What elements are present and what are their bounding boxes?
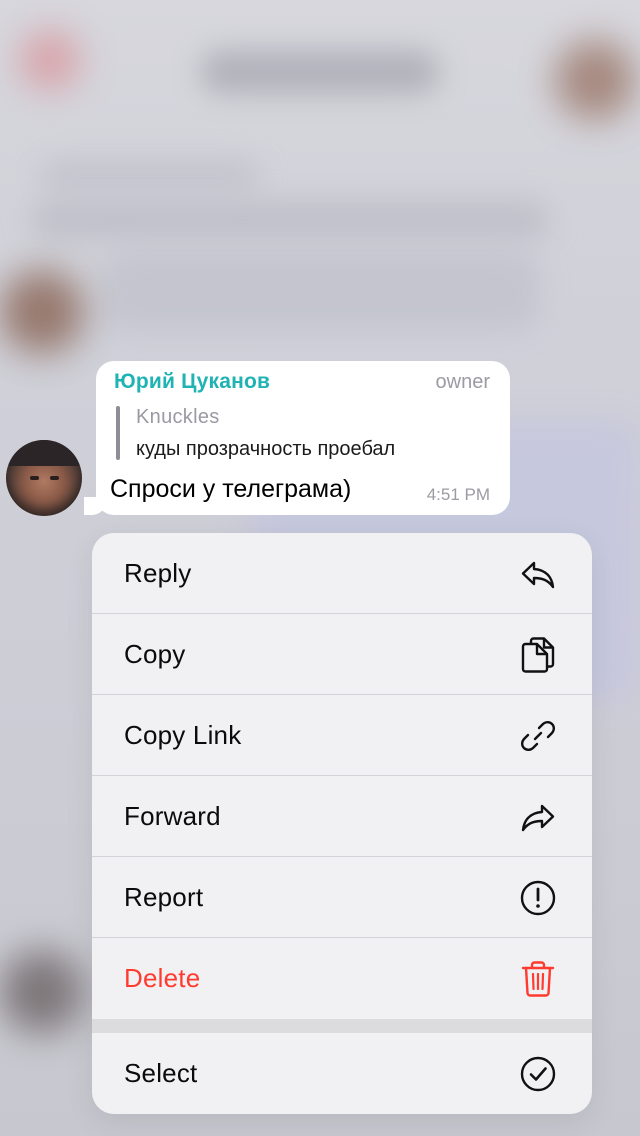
sender-avatar[interactable] xyxy=(6,440,82,516)
message-context-menu: Reply Copy Copy Link Forward Report Dele… xyxy=(92,533,592,1114)
message-text: Спроси у телеграма) xyxy=(110,475,352,503)
menu-item-label: Report xyxy=(124,882,204,912)
blurred-line xyxy=(40,160,260,190)
reply-quote-bar xyxy=(116,406,120,460)
blurred-line xyxy=(30,200,550,240)
message-bubble[interactable]: Юрий Цуканов owner Knuckles куды прозрач… xyxy=(96,361,510,515)
menu-item-report[interactable]: Report xyxy=(92,857,592,938)
blurred-avatar xyxy=(0,270,84,354)
blurred-bubble xyxy=(100,250,540,330)
blurred-back-icon xyxy=(20,30,80,90)
reply-author[interactable]: Knuckles xyxy=(136,406,220,429)
menu-item-forward[interactable]: Forward xyxy=(92,776,592,857)
menu-item-delete[interactable]: Delete xyxy=(92,938,592,1019)
menu-item-select[interactable]: Select xyxy=(92,1033,592,1114)
menu-item-label: Reply xyxy=(124,558,192,588)
menu-item-reply[interactable]: Reply xyxy=(92,533,592,614)
link-icon xyxy=(520,720,556,751)
menu-item-label: Forward xyxy=(124,801,221,831)
reply-quoted-text[interactable]: куды прозрачность проебал xyxy=(136,438,395,461)
report-icon xyxy=(520,880,556,915)
sender-name[interactable]: Юрий Цуканов xyxy=(114,370,270,394)
menu-item-label: Copy xyxy=(124,639,186,669)
menu-item-copy[interactable]: Copy xyxy=(92,614,592,695)
checkmark-circle-icon xyxy=(520,1056,556,1091)
avatar-eye xyxy=(50,476,59,480)
avatar-hair xyxy=(6,440,82,466)
menu-item-copy-link[interactable]: Copy Link xyxy=(92,695,592,776)
reply-icon xyxy=(521,561,555,588)
menu-item-label: Select xyxy=(124,1058,198,1088)
menu-section-gap xyxy=(92,1019,592,1033)
avatar-eye xyxy=(30,476,39,480)
message-timestamp: 4:51 PM xyxy=(426,485,490,504)
forward-icon xyxy=(521,804,555,831)
menu-item-label: Delete xyxy=(124,963,201,993)
menu-item-label: Copy Link xyxy=(124,720,242,750)
blurred-header-avatar xyxy=(555,40,635,120)
copy-icon xyxy=(521,636,555,673)
trash-icon xyxy=(521,960,555,997)
sender-role-badge: owner xyxy=(435,371,490,393)
blurred-chat-title xyxy=(200,50,440,94)
blurred-avatar xyxy=(0,950,84,1034)
